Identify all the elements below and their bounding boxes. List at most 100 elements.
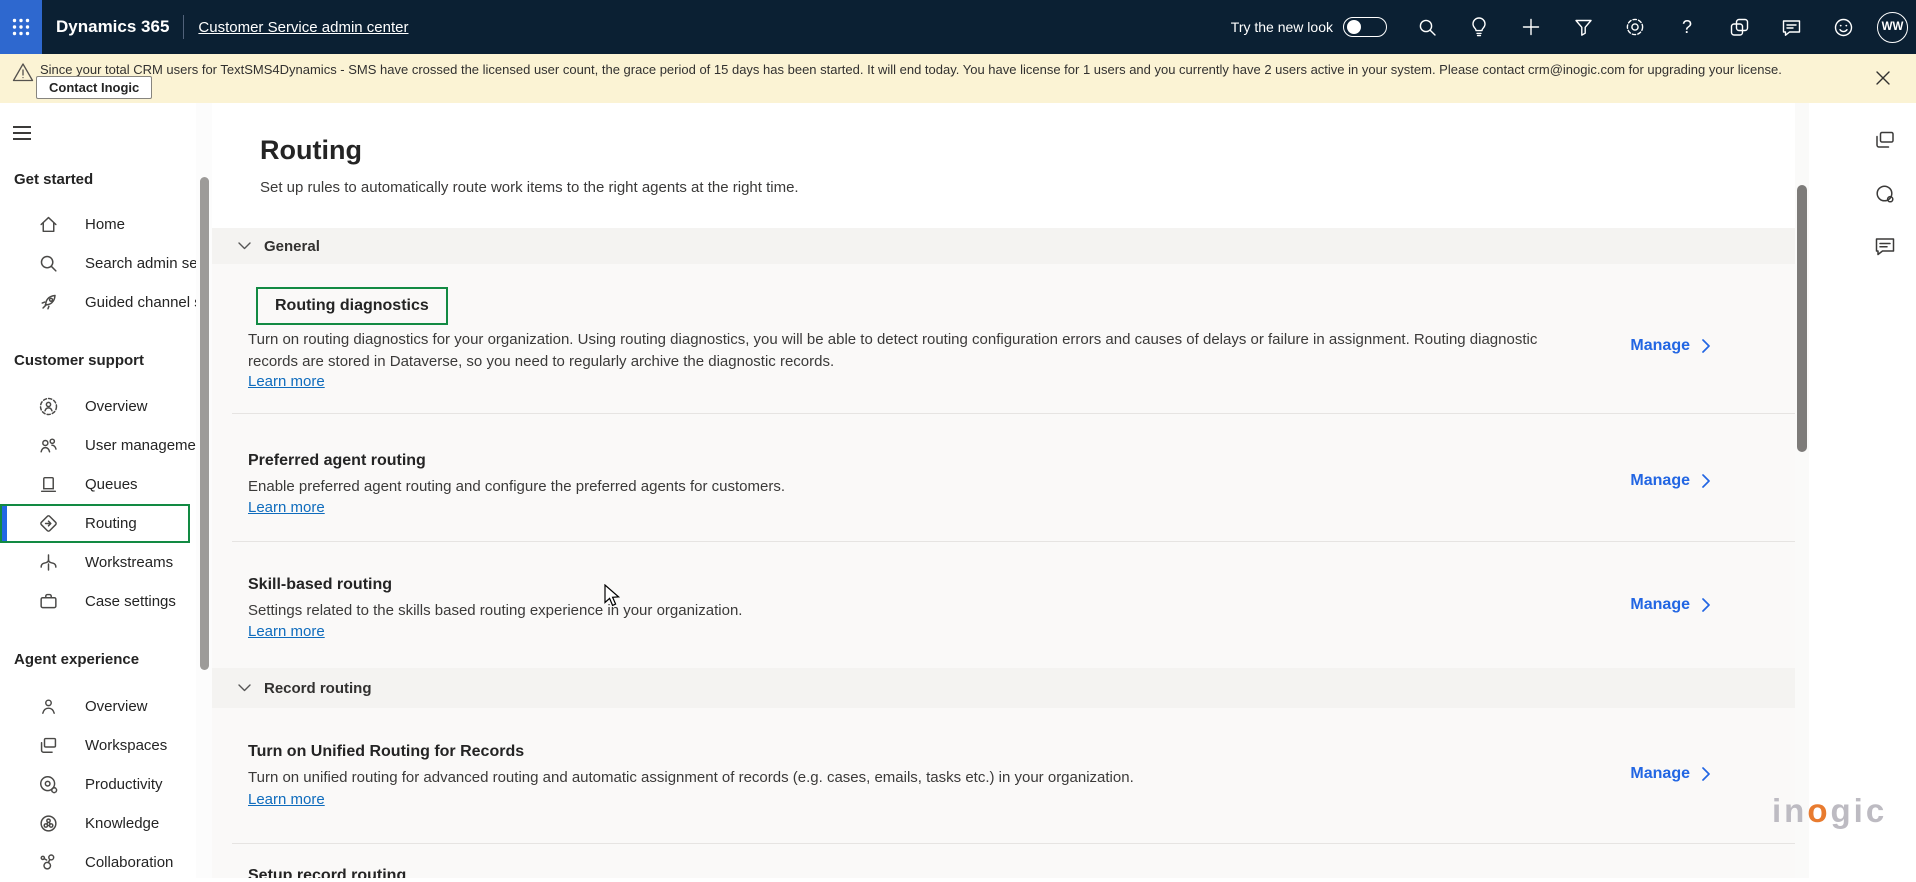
manage-link-skill-based-routing[interactable]: Manage — [1630, 596, 1711, 614]
chevron-down-icon — [238, 242, 251, 250]
feedback-button[interactable] — [1817, 5, 1869, 49]
contact-inogic-button[interactable]: Contact Inogic — [36, 76, 152, 99]
search-button[interactable] — [1401, 5, 1453, 49]
sidebar-item-overview-agent[interactable]: Overview — [0, 687, 196, 726]
new-look-label: Try the new look — [1231, 19, 1333, 35]
row-divider — [232, 413, 1795, 414]
sidebar-item-workstreams[interactable]: Workstreams — [0, 543, 196, 582]
ideas-button[interactable] — [1453, 5, 1505, 49]
learn-more-link[interactable]: Learn more — [248, 791, 325, 808]
side-panels-button[interactable] — [1870, 125, 1900, 155]
sidebar-scrollbar-track[interactable] — [196, 103, 212, 878]
chevron-right-icon — [1702, 767, 1711, 781]
home-icon — [38, 214, 59, 235]
sidebar-item-home[interactable]: Home — [0, 205, 196, 244]
search-icon — [1417, 17, 1438, 38]
workstream-icon — [38, 552, 59, 573]
new-look-toggle[interactable] — [1343, 17, 1387, 37]
warning-icon — [12, 62, 34, 87]
content-scrollbar-track[interactable] — [1795, 103, 1809, 878]
filter-button[interactable] — [1557, 5, 1609, 49]
plus-icon — [1521, 17, 1541, 37]
toggle-knob — [1347, 20, 1361, 34]
row-description: Enable preferred agent routing and confi… — [248, 476, 785, 498]
teams-chat-button[interactable] — [1765, 5, 1817, 49]
overlapping-cards-icon — [1729, 17, 1750, 38]
manage-label: Manage — [1630, 472, 1690, 490]
sidebar-item-label: Queues — [85, 476, 138, 493]
chevron-right-icon — [1702, 598, 1711, 612]
learn-more-link[interactable]: Learn more — [248, 373, 325, 390]
sidebar-item-label: Case settings — [85, 593, 176, 610]
sidebar-scrollbar-thumb[interactable] — [200, 177, 209, 670]
row-title: Skill-based routing — [248, 576, 392, 594]
section-label: Record routing — [264, 680, 372, 697]
row-divider — [232, 843, 1795, 844]
add-button[interactable] — [1505, 5, 1557, 49]
people-icon — [38, 435, 59, 456]
navigation-sidebar: Get started Home Search admin sett... Gu… — [0, 103, 212, 878]
knowledge-icon — [38, 813, 59, 834]
page-title: Routing — [260, 135, 362, 166]
chat-icon — [1781, 17, 1802, 38]
app-area-link[interactable]: Customer Service admin center — [198, 19, 408, 36]
sidebar-item-label: Overview — [85, 398, 148, 415]
sidebar-heading-customer-support: Customer support — [14, 352, 212, 372]
manage-link-preferred-agent-routing[interactable]: Manage — [1630, 472, 1711, 490]
section-header-record-routing[interactable]: Record routing — [212, 668, 1795, 708]
learn-more-link[interactable]: Learn more — [248, 499, 325, 516]
funnel-icon — [1573, 17, 1594, 38]
mouse-cursor — [604, 584, 621, 608]
assist-ring-button[interactable] — [1870, 179, 1900, 209]
settings-button[interactable] — [1609, 5, 1661, 49]
sidebar-item-knowledge[interactable]: Knowledge — [0, 804, 196, 843]
sidebar-item-label: Home — [85, 216, 125, 233]
topbar-divider — [183, 15, 184, 39]
row-description: Turn on routing diagnostics for your org… — [248, 329, 1558, 373]
sidebar-item-queues[interactable]: Queues — [0, 465, 196, 504]
sidebar-collapse-button[interactable] — [13, 123, 35, 143]
sidebar-item-overview-support[interactable]: Overview — [0, 387, 196, 426]
sidebar-item-user-management[interactable]: User management — [0, 426, 196, 465]
sidebar-item-routing[interactable]: Routing — [0, 504, 190, 543]
row-divider — [232, 541, 1795, 542]
content-scrollbar-thumb[interactable] — [1797, 185, 1807, 452]
sidebar-item-case-settings[interactable]: Case settings — [0, 582, 196, 621]
inogic-watermark: inogic — [1772, 792, 1887, 830]
rocket-icon — [38, 292, 59, 313]
row-title: Routing diagnostics — [275, 297, 429, 314]
sidebar-item-label: Collaboration — [85, 854, 173, 871]
ring-badge-icon — [1873, 182, 1897, 206]
sidebar-item-guided-channel-setup[interactable]: Guided channel s... — [0, 283, 196, 322]
guidance-button[interactable] — [1713, 5, 1765, 49]
close-icon — [1876, 71, 1890, 85]
section-label: General — [264, 238, 320, 255]
banner-close-button[interactable] — [1872, 67, 1894, 89]
sidebar-item-label: Knowledge — [85, 815, 159, 832]
sidebar-item-workspaces[interactable]: Workspaces — [0, 726, 196, 765]
chevron-right-icon — [1702, 474, 1711, 488]
row-title: Setup record routing — [248, 867, 406, 878]
app-title[interactable]: Dynamics 365 — [56, 17, 169, 37]
sidebar-item-label: Workspaces — [85, 737, 167, 754]
sidebar-item-collaboration[interactable]: Collaboration — [0, 843, 196, 882]
account-avatar[interactable]: WW — [1877, 12, 1908, 43]
feedback-chat-button[interactable] — [1870, 231, 1900, 261]
learn-more-link[interactable]: Learn more — [248, 623, 325, 640]
app-launcher-button[interactable] — [0, 0, 42, 54]
section-header-general[interactable]: General — [212, 228, 1795, 264]
topbar-actions: Try the new look ? WW — [1231, 5, 1916, 49]
watermark-o: o — [1807, 792, 1830, 829]
chevron-right-icon — [1702, 339, 1711, 353]
routing-diagnostics-highlight-box: Routing diagnostics — [256, 287, 448, 325]
people-community-icon — [38, 396, 59, 417]
selected-indicator — [2, 506, 7, 541]
sidebar-item-productivity[interactable]: Productivity — [0, 765, 196, 804]
workspaces-icon — [38, 735, 59, 756]
right-utility-rail — [1809, 103, 1916, 878]
overlapping-windows-icon — [1873, 128, 1897, 152]
manage-link-unified-routing[interactable]: Manage — [1630, 765, 1711, 783]
manage-link-routing-diagnostics[interactable]: Manage — [1630, 337, 1711, 355]
help-button[interactable]: ? — [1661, 5, 1713, 49]
sidebar-item-search-admin-settings[interactable]: Search admin sett... — [0, 244, 196, 283]
